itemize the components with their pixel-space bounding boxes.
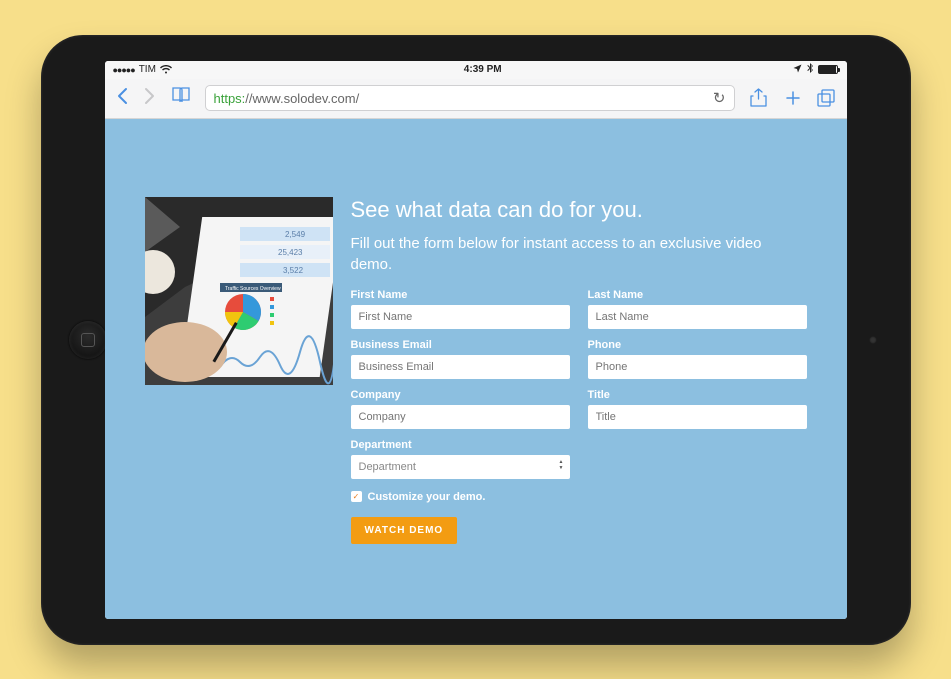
input-phone[interactable] [588,355,807,379]
label-email: Business Email [351,339,570,351]
status-bar: ●●●●● TIM 4:39 PM [105,61,847,79]
field-title: Title [588,389,807,429]
new-tab-icon[interactable] [783,88,803,108]
carrier-label: TIM [139,64,156,75]
status-left: ●●●●● TIM [113,64,172,75]
reload-icon[interactable]: ↻ [713,89,726,107]
input-first-name[interactable] [351,305,570,329]
svg-text:2,549: 2,549 [285,230,306,239]
tabs-icon[interactable] [817,88,837,108]
field-phone: Phone [588,339,807,379]
bluetooth-icon [807,63,813,76]
label-first-name: First Name [351,289,570,301]
label-phone: Phone [588,339,807,351]
label-department: Department [351,439,570,451]
status-time: 4:39 PM [464,64,502,75]
label-last-name: Last Name [588,289,807,301]
label-company: Company [351,389,570,401]
browser-toolbar: https://www.solodev.com/ ↻ [105,79,847,119]
input-title[interactable] [588,405,807,429]
bookmarks-icon[interactable] [171,87,191,109]
home-button[interactable] [69,321,107,359]
customize-label: Customize your demo. [368,491,486,503]
field-department: Department Department [351,439,570,479]
form-area: See what data can do for you. Fill out t… [351,197,807,599]
front-camera [869,336,877,344]
field-email: Business Email [351,339,570,379]
watch-demo-button[interactable]: WATCH DEMO [351,517,458,544]
label-title: Title [588,389,807,401]
forward-button [143,87,157,109]
url-scheme: https: [214,91,246,106]
input-company[interactable] [351,405,570,429]
page-subhead: Fill out the form below for instant acce… [351,233,807,275]
field-last-name: Last Name [588,289,807,329]
field-first-name: First Name [351,289,570,329]
signal-dots-icon: ●●●●● [113,65,135,75]
screen: ●●●●● TIM 4:39 PM [105,61,847,619]
form-grid: First Name Last Name Business Email Phon… [351,289,807,479]
url-bar[interactable]: https://www.solodev.com/ ↻ [205,85,735,111]
status-right [793,63,838,76]
svg-text:3,522: 3,522 [283,266,304,275]
input-last-name[interactable] [588,305,807,329]
tablet-frame: ●●●●● TIM 4:39 PM [41,35,911,645]
hero-image: 2,549 25,423 3,522 Traffic Sources Overv… [145,197,333,385]
back-button[interactable] [115,87,129,109]
page-headline: See what data can do for you. [351,197,807,223]
field-company: Company [351,389,570,429]
wifi-icon [160,65,172,74]
page-content: 2,549 25,423 3,522 Traffic Sources Overv… [105,119,847,619]
input-email[interactable] [351,355,570,379]
svg-text:25,423: 25,423 [278,248,303,257]
url-rest: //www.solodev.com/ [245,91,359,106]
location-icon [793,64,802,76]
customize-checkbox[interactable]: ✓ [351,491,362,502]
select-department[interactable]: Department [351,455,570,479]
svg-text:Traffic Sources Overview: Traffic Sources Overview [225,286,281,292]
battery-icon [818,65,838,74]
share-icon[interactable] [749,88,769,108]
customize-row: ✓ Customize your demo. [351,491,807,503]
